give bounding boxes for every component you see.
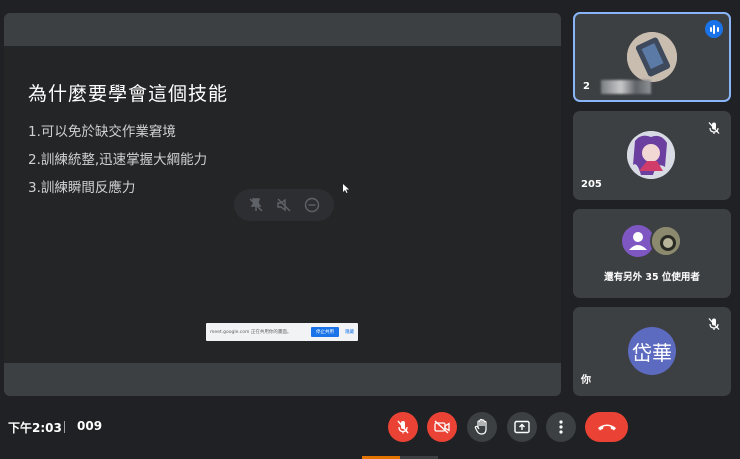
share-banner-text: meet.google.com 正在共用你的畫面。 xyxy=(210,330,292,335)
presentation-bottom-bar xyxy=(4,363,561,396)
tile-hover-controls xyxy=(234,189,334,221)
end-call-icon xyxy=(597,424,616,431)
participant-tile[interactable]: 205 xyxy=(573,111,731,200)
more-vertical-icon xyxy=(559,420,563,434)
hide-banner-button[interactable]: 隱藏 xyxy=(345,329,354,335)
pin-off-icon[interactable] xyxy=(246,195,266,215)
stop-sharing-button[interactable]: 停止共用 xyxy=(311,327,339,337)
more-participants-tile[interactable]: 還有另外 35 位使用者 xyxy=(573,209,731,298)
avatar xyxy=(627,131,675,179)
mic-off-icon xyxy=(707,316,721,330)
slide-point: 2.訓練統整,迅速掌握大綱能力 xyxy=(28,152,208,168)
participant-name: 2 xyxy=(583,81,590,92)
mute-audio-icon[interactable] xyxy=(274,195,294,215)
camera-toggle-button[interactable] xyxy=(427,412,457,442)
present-screen-icon xyxy=(514,420,530,434)
leave-call-button[interactable] xyxy=(585,412,628,442)
avatar xyxy=(650,225,682,257)
present-now-button[interactable] xyxy=(507,412,537,442)
slide-points: 1.可以免於缺交作業窘境 2.訓練統整,迅速掌握大綱能力 3.訓練瞬間反應力 xyxy=(28,123,207,207)
avatar xyxy=(627,32,677,82)
participant-name: 你 xyxy=(581,375,591,386)
shared-screen: 為什麼要學會這個技能 1.可以免於缺交作業窘境 2.訓練統整,迅速掌握大綱能力 … xyxy=(4,13,561,396)
mic-off-icon xyxy=(707,120,721,134)
meeting-code[interactable]: 009 xyxy=(77,419,102,433)
participant-name: 205 xyxy=(581,179,602,190)
participant-tile[interactable]: 2 xyxy=(573,12,731,102)
mouse-cursor-icon xyxy=(343,178,349,197)
more-options-button[interactable] xyxy=(546,412,576,442)
more-participants-label: 還有另外 35 位使用者 xyxy=(604,272,700,283)
slide-point: 3.訓練瞬間反應力 xyxy=(28,180,136,196)
self-tile[interactable]: 岱華 你 xyxy=(573,307,731,396)
speaking-indicator-icon xyxy=(705,20,723,38)
meeting-time: 下午2:03 xyxy=(8,421,62,435)
meet-window: 為什麼要學會這個技能 1.可以免於缺交作業窘境 2.訓練統整,迅速掌握大綱能力 … xyxy=(0,0,740,459)
camera-off-icon xyxy=(434,420,450,434)
slide-title: 為什麼要學會這個技能 xyxy=(28,83,229,105)
remove-icon[interactable] xyxy=(302,195,322,215)
blurred-name-overlay xyxy=(601,80,651,94)
divider xyxy=(64,421,65,433)
raise-hand-icon xyxy=(474,418,487,435)
avatar: 岱華 xyxy=(628,327,676,375)
slide-point: 1.可以免於缺交作業窘境 xyxy=(28,124,176,140)
raise-hand-button[interactable] xyxy=(467,412,497,442)
screen-share-banner: meet.google.com 正在共用你的畫面。 停止共用 隱藏 xyxy=(206,323,358,341)
mic-off-icon xyxy=(397,420,409,434)
mic-toggle-button[interactable] xyxy=(388,412,418,442)
presentation-top-bar xyxy=(4,13,561,46)
